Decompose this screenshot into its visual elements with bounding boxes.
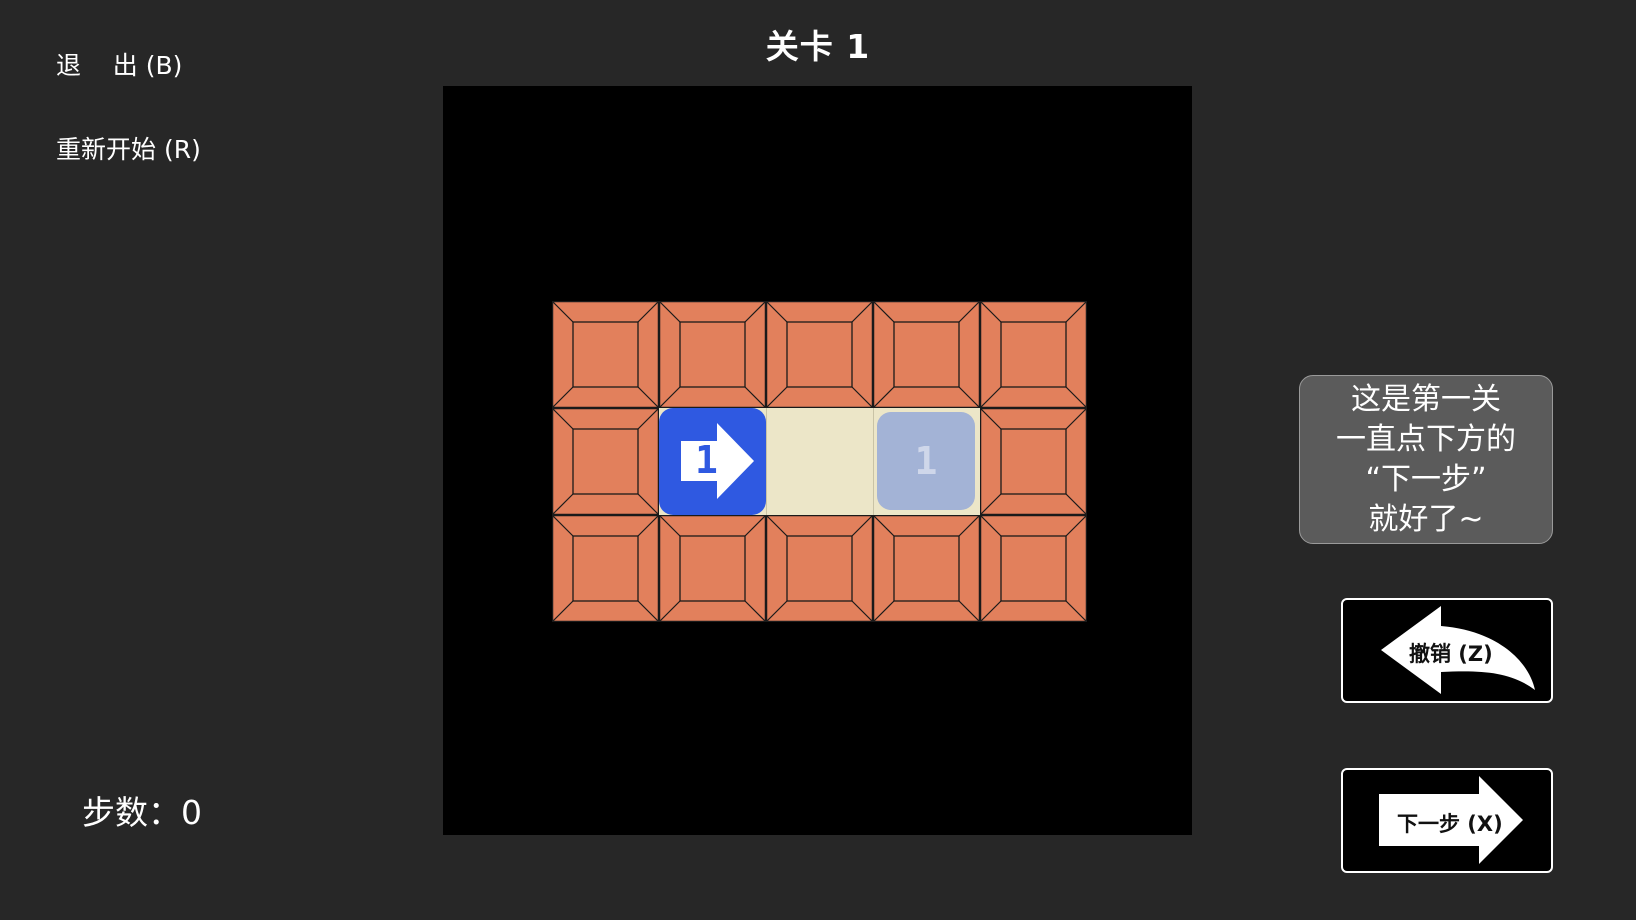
level-title: 关卡 1	[765, 27, 871, 66]
target-number: 1	[914, 439, 938, 483]
wall-tile	[980, 408, 1087, 515]
hint-line: 一直点下方的	[1336, 421, 1516, 457]
wall-tile	[766, 515, 873, 622]
game-board: 1 1	[443, 86, 1192, 835]
player-block: 1	[659, 408, 766, 515]
wall-tile	[980, 515, 1087, 622]
next-step-label: 下一步 (X)	[1397, 812, 1503, 836]
step-counter: 步数：0	[82, 793, 202, 832]
wall-tile	[552, 408, 659, 515]
next-step-button[interactable]: 下一步 (X)	[1341, 768, 1553, 873]
player-number: 1	[695, 438, 718, 482]
wall-tile	[659, 515, 766, 622]
wall-tile	[552, 515, 659, 622]
hint-line: 就好了~	[1368, 501, 1484, 537]
wall-tile	[873, 301, 980, 408]
restart-button[interactable]: 重新开始 (R)	[56, 130, 201, 166]
wall-tile	[766, 301, 873, 408]
floor-tile	[766, 408, 874, 515]
wall-tile	[659, 301, 766, 408]
wall-tile	[980, 301, 1087, 408]
undo-label: 撤销 (Z)	[1409, 642, 1493, 666]
hint-panel: 这是第一关 一直点下方的 “下一步” 就好了~	[1299, 375, 1553, 544]
hint-line: 这是第一关	[1351, 381, 1501, 417]
undo-button[interactable]: 撤销 (Z)	[1341, 598, 1553, 703]
target-block: 1	[877, 412, 975, 510]
hint-line: “下一步”	[1365, 461, 1487, 497]
wall-tile	[552, 301, 659, 408]
wall-tile	[873, 515, 980, 622]
